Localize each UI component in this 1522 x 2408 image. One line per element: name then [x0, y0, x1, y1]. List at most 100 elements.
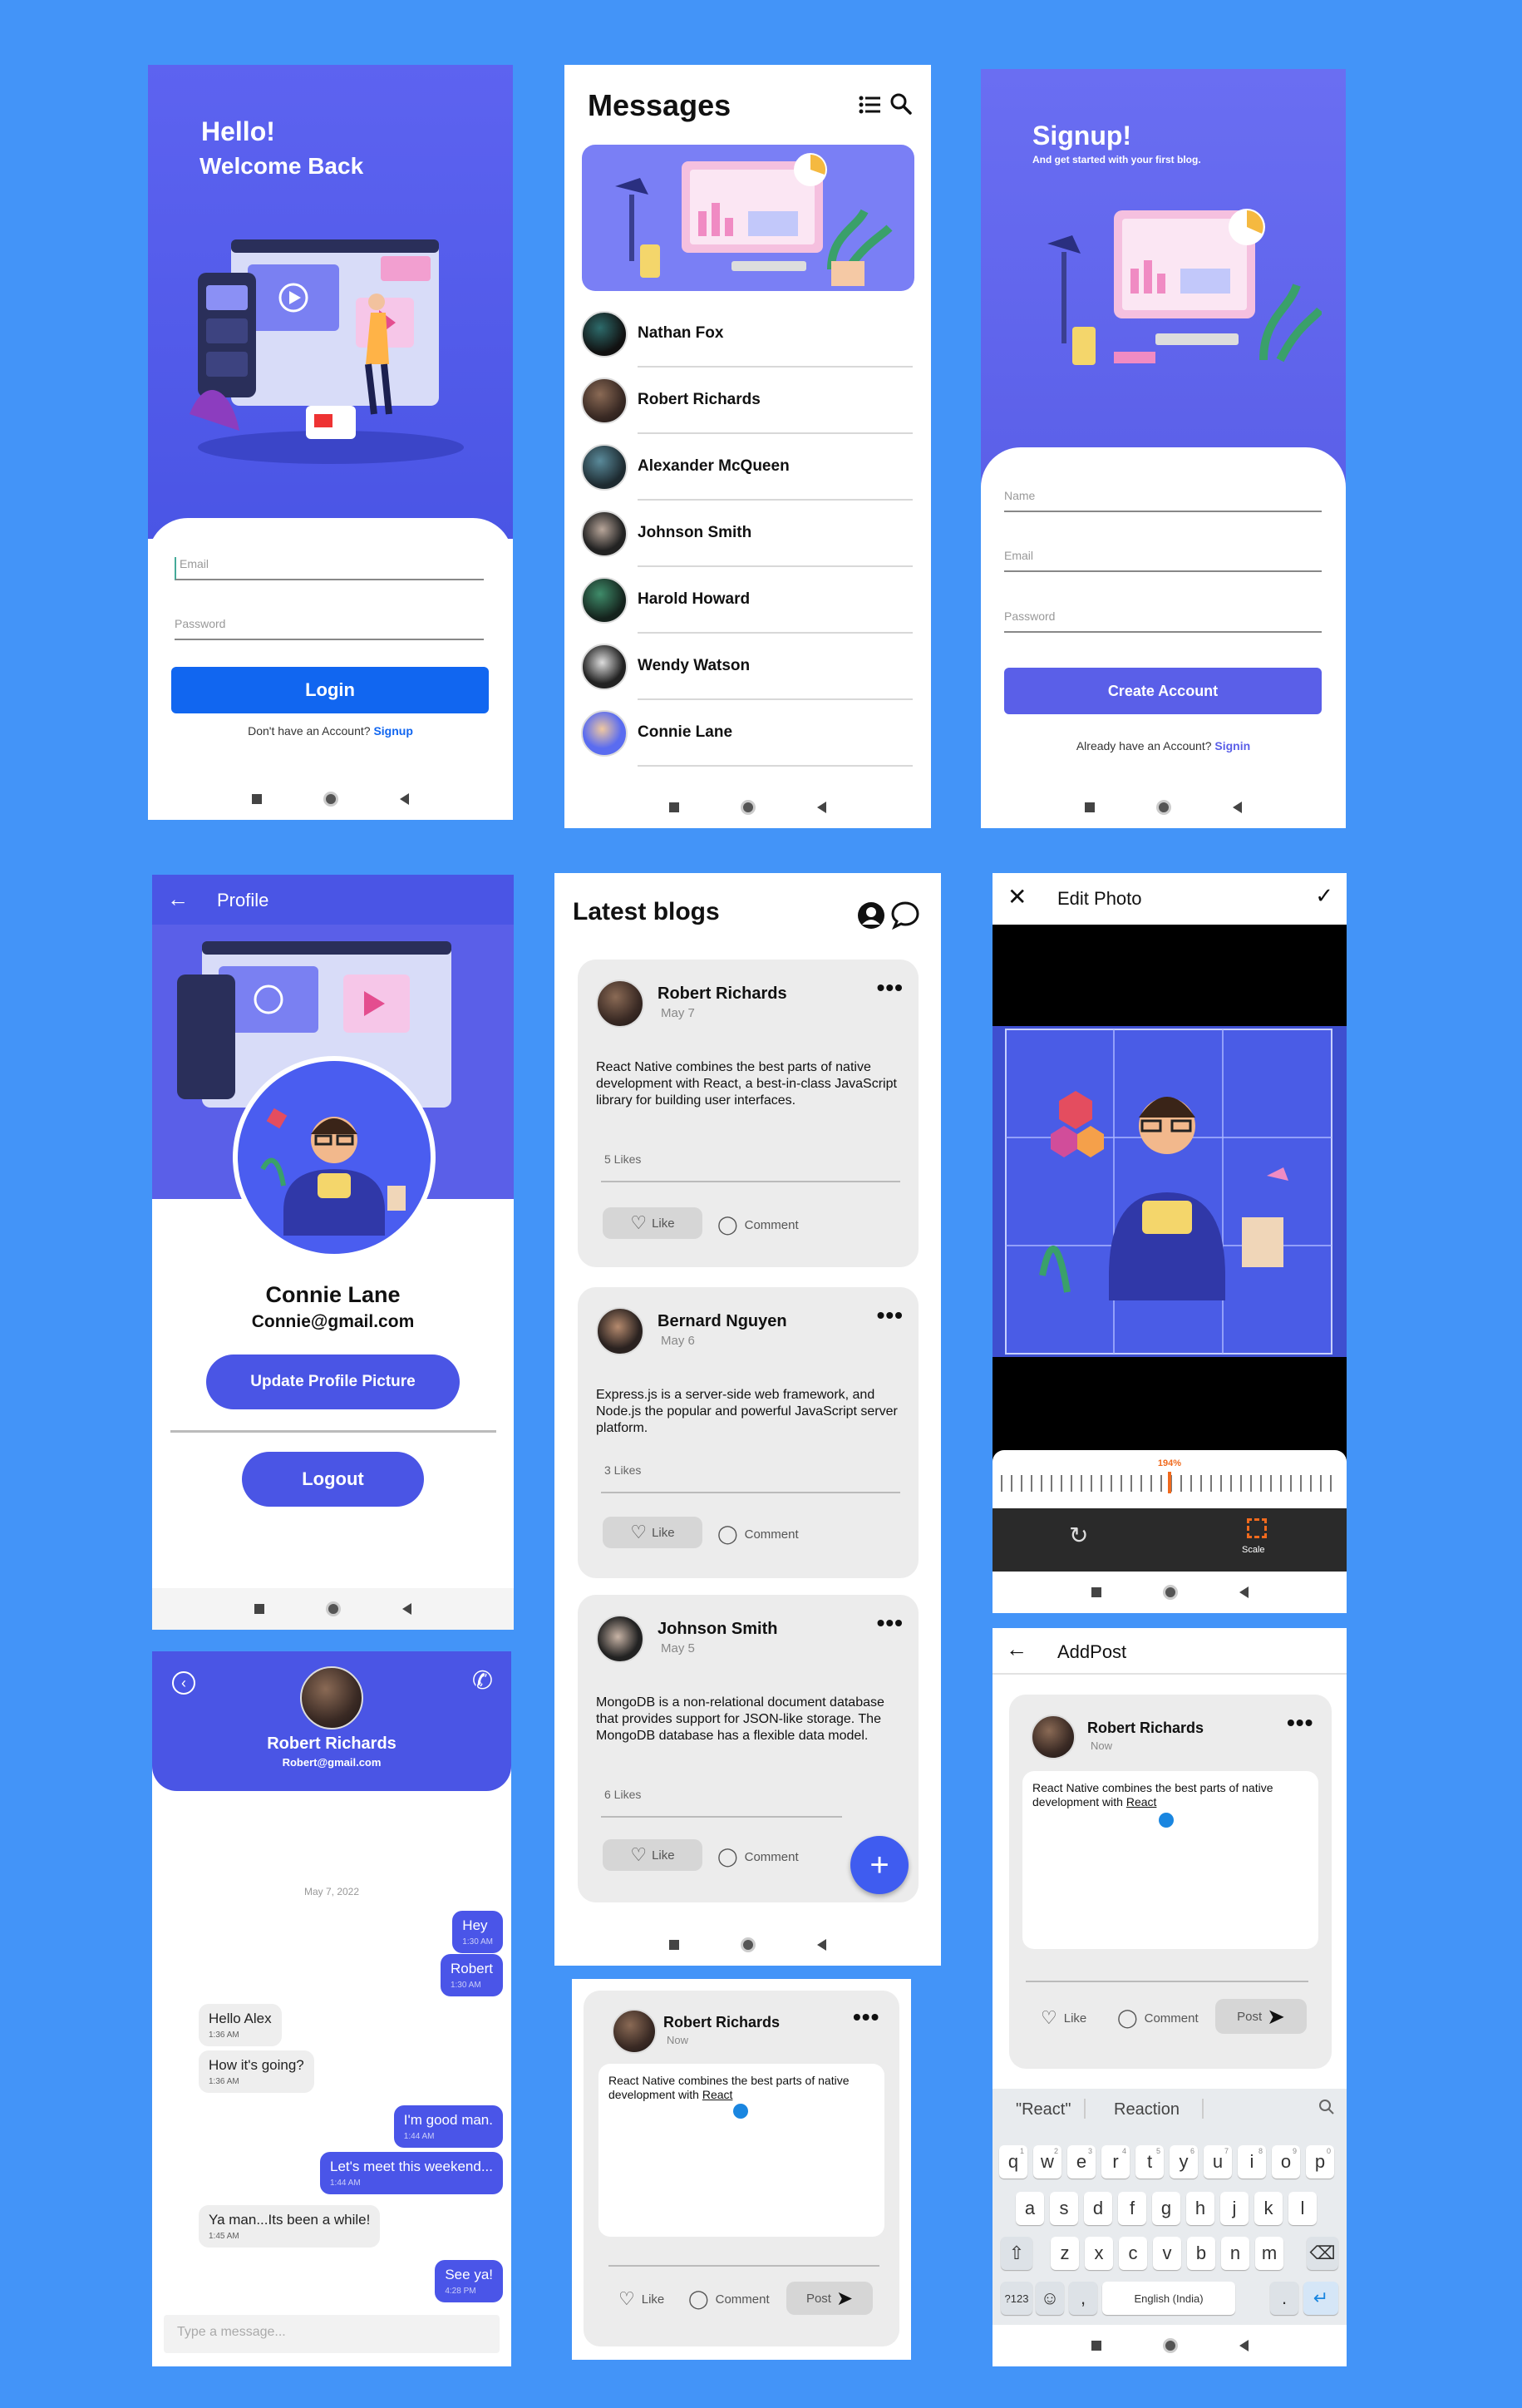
- list-item[interactable]: Connie Lane: [581, 700, 913, 767]
- list-item[interactable]: Alexander McQueen: [581, 434, 913, 501]
- key-z[interactable]: z: [1051, 2237, 1079, 2270]
- comment-button[interactable]: ◯ Comment: [717, 1523, 799, 1545]
- close-icon[interactable]: ✕: [1007, 883, 1027, 910]
- search-icon[interactable]: [1318, 2099, 1335, 2115]
- symbols-key[interactable]: ?123: [1001, 2282, 1032, 2315]
- home-button[interactable]: [741, 1937, 756, 1952]
- post-button[interactable]: Post ➤: [786, 2282, 873, 2315]
- back-arrow-icon[interactable]: ←: [1006, 1636, 1027, 1662]
- key-e[interactable]: e3: [1067, 2145, 1096, 2179]
- logout-button[interactable]: Logout: [242, 1452, 424, 1507]
- list-item[interactable]: Johnson Smith: [581, 501, 913, 567]
- keyboard-suggestion[interactable]: "React": [1016, 2100, 1071, 2119]
- recents-button[interactable]: [1085, 802, 1095, 812]
- key-y[interactable]: y6: [1170, 2145, 1198, 2179]
- like-button[interactable]: ♡ Like: [618, 2288, 664, 2310]
- key-b[interactable]: b: [1187, 2237, 1215, 2270]
- key-t[interactable]: t5: [1135, 2145, 1164, 2179]
- login-button[interactable]: Login: [171, 667, 489, 713]
- password-field[interactable]: Password: [175, 617, 484, 640]
- like-button[interactable]: ♡ Like: [603, 1207, 702, 1239]
- post-button[interactable]: Post ➤: [1215, 1999, 1307, 2034]
- space-key[interactable]: English (India): [1102, 2282, 1235, 2315]
- profile-avatar[interactable]: [233, 1056, 436, 1259]
- crop-image[interactable]: [993, 1026, 1347, 1357]
- comment-button[interactable]: ◯ Comment: [717, 1846, 799, 1868]
- more-options-icon[interactable]: •••: [1287, 1710, 1313, 1736]
- chat-icon[interactable]: [890, 900, 920, 930]
- back-button[interactable]: [400, 793, 409, 805]
- recents-button[interactable]: [1091, 2341, 1101, 2351]
- key-l[interactable]: l: [1288, 2192, 1317, 2225]
- key-f[interactable]: f: [1118, 2192, 1146, 2225]
- back-button[interactable]: [402, 1603, 411, 1615]
- home-button[interactable]: [1162, 1585, 1178, 1600]
- back-button[interactable]: [817, 1939, 826, 1951]
- back-button[interactable]: [1233, 802, 1242, 813]
- profile-icon[interactable]: [857, 901, 885, 930]
- key-p[interactable]: p0: [1306, 2145, 1334, 2179]
- key-h[interactable]: h: [1186, 2192, 1214, 2225]
- shift-key[interactable]: ⇧: [1001, 2237, 1032, 2270]
- key-i[interactable]: i8: [1238, 2145, 1266, 2179]
- like-button[interactable]: ♡ Like: [603, 1839, 702, 1871]
- key-v[interactable]: v: [1153, 2237, 1181, 2270]
- recents-button[interactable]: [669, 802, 679, 812]
- rotate-icon[interactable]: ↻: [1069, 1522, 1088, 1549]
- key-s[interactable]: s: [1050, 2192, 1078, 2225]
- compose-text-area[interactable]: React Native combines the best parts of …: [598, 2064, 884, 2237]
- recents-button[interactable]: [669, 1940, 679, 1950]
- key-u[interactable]: u7: [1204, 2145, 1232, 2179]
- create-account-button[interactable]: Create Account: [1004, 668, 1322, 714]
- key-r[interactable]: r4: [1101, 2145, 1130, 2179]
- key-q[interactable]: q1: [999, 2145, 1027, 2179]
- signup-link[interactable]: Signup: [373, 724, 412, 738]
- keyboard-suggestion[interactable]: Reaction: [1114, 2100, 1180, 2119]
- home-button[interactable]: [323, 792, 338, 807]
- key-g[interactable]: g: [1152, 2192, 1180, 2225]
- key-k[interactable]: k: [1254, 2192, 1283, 2225]
- key-x[interactable]: x: [1085, 2237, 1113, 2270]
- more-options-icon[interactable]: •••: [877, 1302, 904, 1329]
- more-options-icon[interactable]: •••: [853, 2004, 879, 2031]
- email-field[interactable]: Email: [1004, 549, 1322, 572]
- back-circle-icon[interactable]: ‹: [172, 1671, 195, 1695]
- list-item[interactable]: Harold Howard: [581, 567, 913, 634]
- search-icon[interactable]: [889, 91, 914, 116]
- home-button[interactable]: [741, 800, 756, 815]
- key-c[interactable]: c: [1119, 2237, 1147, 2270]
- message-input[interactable]: Type a message...: [164, 2315, 500, 2353]
- zoom-slider-indicator[interactable]: [1168, 1472, 1171, 1493]
- text-cursor-handle[interactable]: [733, 2104, 748, 2119]
- key-w[interactable]: w2: [1033, 2145, 1061, 2179]
- list-icon[interactable]: [859, 93, 882, 116]
- back-button[interactable]: [1239, 2340, 1249, 2351]
- key-n[interactable]: n: [1221, 2237, 1249, 2270]
- key-d[interactable]: d: [1084, 2192, 1112, 2225]
- list-item[interactable]: Wendy Watson: [581, 634, 913, 700]
- key-j[interactable]: j: [1220, 2192, 1249, 2225]
- home-button[interactable]: [1156, 800, 1171, 815]
- addpost-text-area[interactable]: React Native combines the best parts of …: [1022, 1771, 1318, 1949]
- period-key[interactable]: .: [1270, 2282, 1298, 2315]
- key-m[interactable]: m: [1255, 2237, 1283, 2270]
- recents-button[interactable]: [252, 794, 262, 804]
- key-a[interactable]: a: [1016, 2192, 1044, 2225]
- recents-button[interactable]: [1091, 1587, 1101, 1597]
- more-options-icon[interactable]: •••: [877, 1610, 904, 1636]
- emoji-key[interactable]: ☺: [1036, 2282, 1064, 2315]
- comma-key[interactable]: ,: [1069, 2282, 1097, 2315]
- recents-button[interactable]: [254, 1604, 264, 1614]
- enter-key[interactable]: ↵: [1303, 2282, 1338, 2315]
- key-o[interactable]: o9: [1272, 2145, 1300, 2179]
- comment-button[interactable]: ◯ Comment: [1117, 2007, 1199, 2029]
- update-profile-picture-button[interactable]: Update Profile Picture: [206, 1354, 460, 1409]
- email-field[interactable]: Email: [175, 557, 484, 580]
- home-button[interactable]: [1162, 2338, 1178, 2353]
- back-button[interactable]: [1239, 1586, 1249, 1598]
- list-item[interactable]: Nathan Fox: [581, 301, 913, 368]
- list-item[interactable]: Robert Richards: [581, 368, 913, 434]
- scale-icon[interactable]: [1247, 1518, 1267, 1538]
- home-button[interactable]: [326, 1601, 341, 1616]
- signin-link[interactable]: Signin: [1214, 739, 1250, 752]
